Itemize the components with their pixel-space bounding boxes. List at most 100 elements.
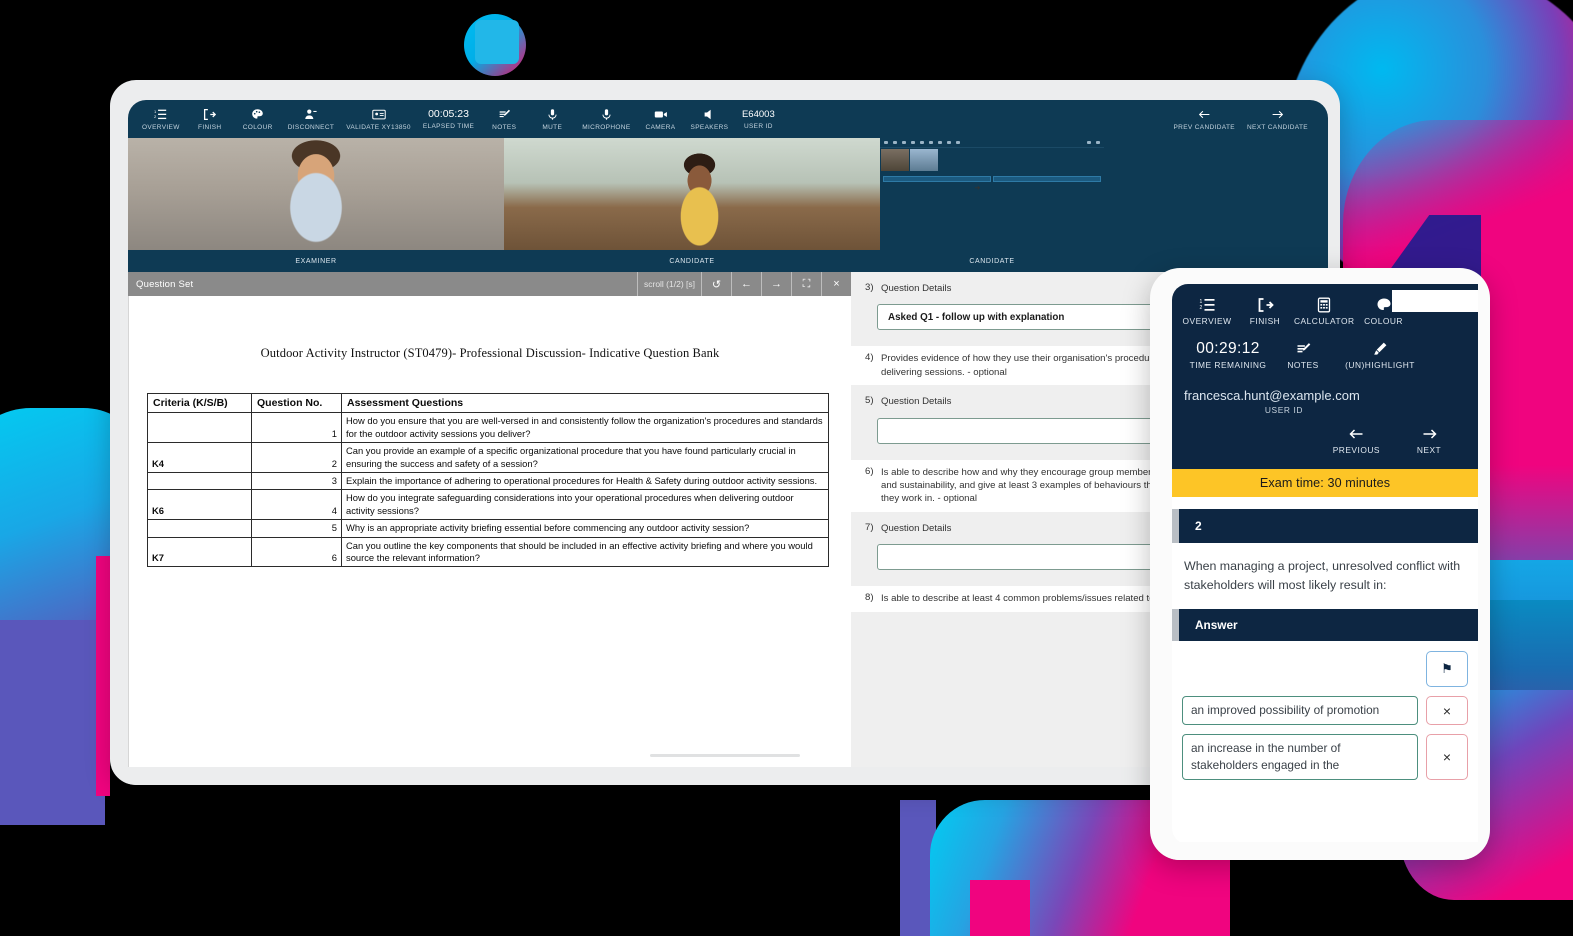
phone-tool-label: FINISH	[1249, 316, 1281, 326]
remove-option-icon[interactable]: ×	[1426, 734, 1468, 780]
svg-text:2: 2	[1199, 305, 1202, 311]
phone-timer-row: 00:29:12 TIME REMAINING NOTES (UN)HIGHLI…	[1172, 326, 1478, 370]
cell-question-text: Can you outline the key components that …	[341, 536, 829, 568]
phone-previous-label: PREVIOUS	[1332, 445, 1380, 455]
scroll-indicator: scroll (1/2) [s]	[636, 272, 701, 296]
toolbar-item-user-id: E64003 USER ID	[734, 108, 782, 130]
phone-notes-button[interactable]: NOTES	[1274, 340, 1332, 370]
cell-criteria: K4	[147, 442, 252, 474]
toolbar-item-camera[interactable]: CAMERA	[637, 108, 685, 131]
next-candidate-label: NEXT CANDIDATE	[1246, 123, 1308, 131]
arrow-left-icon[interactable]: ←	[731, 272, 761, 296]
decorative-circle-top-left	[464, 14, 526, 76]
fullscreen-icon[interactable]: ⛶	[791, 272, 821, 296]
notes-icon	[498, 108, 511, 122]
phone-highlight-button[interactable]: (UN)HIGHLIGHT	[1332, 340, 1428, 370]
camera-icon	[654, 108, 668, 122]
document-viewer[interactable]: Outdoor Activity Instructor (ST0479)- Pr…	[128, 296, 851, 770]
exit-icon	[203, 108, 217, 122]
answer-option-text[interactable]: an increase in the number of stakeholder…	[1182, 734, 1418, 780]
toolbar-item-finish[interactable]: FINISH	[186, 108, 234, 131]
caption-examiner: EXAMINER	[295, 258, 337, 265]
answer-options: ⚑ an improved possibility of promotion ×…	[1172, 641, 1478, 780]
cell-criteria	[147, 519, 252, 538]
phone-next-button[interactable]: NEXT	[1406, 425, 1452, 455]
table-row: K7 6 Can you outline the key components …	[147, 536, 829, 568]
cell-question-no: 3	[251, 472, 342, 491]
video-tile-candidate[interactable]	[504, 138, 880, 250]
cell-question-text: Can you provide an example of a specific…	[341, 442, 829, 474]
phone-highlight-label: (UN)HIGHLIGHT	[1345, 360, 1415, 370]
toolbar-item-speakers[interactable]: SPEAKERS	[685, 108, 735, 131]
arrow-left-icon	[1348, 425, 1365, 442]
phone-toolbar-overflow-mask	[1392, 290, 1478, 312]
table-row: 1 How do you ensure that you are well-ve…	[147, 412, 829, 444]
toolbar-label: MICROPHONE	[582, 123, 631, 131]
toolbar-label: NOTES	[492, 123, 517, 131]
next-candidate-button[interactable]: NEXT CANDIDATE	[1241, 108, 1314, 131]
phone-overview-button[interactable]: 12 OVERVIEW	[1178, 296, 1236, 326]
toolbar-item-validate[interactable]: VALIDATE XY13850	[340, 108, 417, 131]
toolbar-item-overview[interactable]: 12 OVERVIEW	[136, 108, 186, 131]
candidate-video-image	[504, 138, 880, 250]
toolbar-right-group: PREV CANDIDATE NEXT CANDIDATE	[1168, 108, 1329, 131]
phone-finish-button[interactable]: FINISH	[1236, 296, 1294, 326]
prev-candidate-label: PREV CANDIDATE	[1173, 123, 1235, 131]
cell-question-no: 4	[251, 489, 342, 521]
toolbar-item-colour[interactable]: COLOUR	[234, 108, 282, 131]
phone-nav-row: PREVIOUS NEXT	[1172, 415, 1478, 459]
video-tile-shared-screen[interactable]: ➔	[880, 138, 1104, 250]
cell-question-text: Why is an appropriate activity briefing …	[341, 519, 829, 538]
flag-icon[interactable]: ⚑	[1426, 651, 1468, 687]
answer-option-row: an increase in the number of stakeholder…	[1182, 734, 1468, 780]
close-icon[interactable]: ×	[821, 272, 851, 296]
phone-notes-label: NOTES	[1287, 360, 1319, 370]
refresh-icon[interactable]: ↺	[701, 272, 731, 296]
phone-tool-label: COLOUR	[1364, 316, 1403, 326]
decorative-square-top-left	[475, 20, 519, 64]
toolbar-label: COLOUR	[242, 123, 273, 131]
phone-calculator-button[interactable]: CALCULATOR	[1294, 296, 1355, 326]
arrow-right-icon[interactable]: →	[761, 272, 791, 296]
toolbar-label: ELAPSED TIME	[422, 123, 475, 130]
user-email: francesca.hunt@example.com	[1184, 388, 1360, 403]
toolbar-label: SPEAKERS	[690, 123, 729, 131]
checklist-label: Question Details	[881, 396, 952, 408]
palette-icon	[1376, 296, 1392, 313]
video-tile-examiner[interactable]	[128, 138, 504, 250]
cell-criteria	[147, 412, 252, 444]
table-row: K6 4 How do you integrate safeguarding c…	[147, 489, 829, 521]
document-title: Outdoor Activity Instructor (ST0479)- Pr…	[260, 346, 720, 360]
toolbar-item-disconnect[interactable]: DISCONNECT	[282, 108, 340, 131]
cell-question-no: 2	[251, 442, 342, 474]
toolbar-label: OVERVIEW	[142, 123, 180, 131]
remove-option-icon[interactable]: ×	[1426, 696, 1468, 725]
prev-candidate-button[interactable]: PREV CANDIDATE	[1168, 108, 1241, 131]
examiner-toolbar: 12 OVERVIEW FINISH COLOUR DISCONNECT VAL…	[128, 100, 1328, 138]
laptop-screen: 12 OVERVIEW FINISH COLOUR DISCONNECT VAL…	[128, 100, 1328, 770]
phone-previous-button[interactable]: PREVIOUS	[1333, 425, 1380, 455]
phone-tool-label: CALCULATOR	[1294, 316, 1355, 326]
question-set-header: Question Set scroll (1/2) [s] ↺ ← → ⛶ ×	[128, 272, 851, 296]
decorative-blob-bottom-pink	[970, 880, 1030, 936]
cell-question-text: How do you integrate safeguarding consid…	[341, 489, 829, 521]
speaker-icon	[703, 108, 716, 122]
column-header-assessment-questions: Assessment Questions	[341, 392, 829, 414]
device-notch	[650, 754, 800, 757]
phone-tool-label: OVERVIEW	[1182, 316, 1232, 326]
toolbar-item-notes[interactable]: NOTES	[480, 108, 528, 131]
answer-option-text[interactable]: an improved possibility of promotion	[1182, 696, 1418, 725]
column-header-criteria: Criteria (K/S/B)	[147, 392, 252, 414]
phone-top-navy-area: 12 OVERVIEW FINISH CALCULATOR COLOUR 00:…	[1172, 284, 1478, 469]
toolbar-label: FINISH	[198, 123, 222, 131]
question-set-title: Question Set	[136, 278, 194, 290]
assessment-questions-table: Criteria (K/S/B) Question No. Assessment…	[147, 392, 829, 568]
toolbar-item-mute[interactable]: MUTE	[528, 108, 576, 131]
decorative-blob-bottom-purple	[900, 800, 936, 936]
phone-next-label: NEXT	[1416, 445, 1442, 455]
toolbar-label: CAMERA	[645, 123, 676, 131]
shared-screen-image: ➔	[880, 138, 1104, 250]
toolbar-item-microphone[interactable]: MICROPHONE	[576, 108, 636, 131]
arrow-left-icon	[1198, 108, 1211, 122]
cell-question-no: 6	[251, 536, 342, 568]
